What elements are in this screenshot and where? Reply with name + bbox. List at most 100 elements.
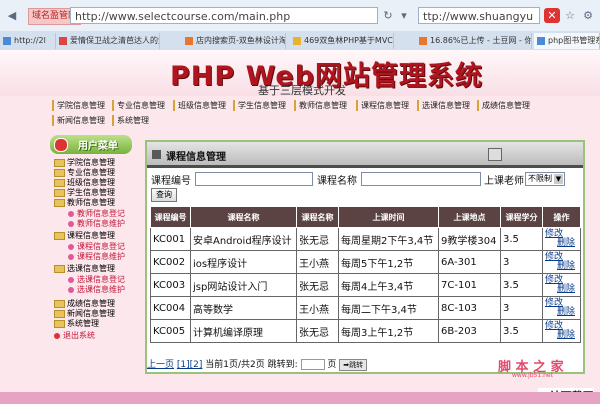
cell-code: KC004 xyxy=(150,296,191,320)
sidebar-subitem[interactable]: 选课信息维护 xyxy=(68,285,125,295)
tab-1[interactable]: http://2l xyxy=(0,33,56,49)
cell-credit: 3 xyxy=(500,296,543,320)
star-icon[interactable]: ☆ xyxy=(562,8,578,23)
folder-open-icon xyxy=(54,198,65,207)
sidebar-subitem[interactable]: 教师信息登记 xyxy=(68,209,125,219)
tab-2[interactable]: 爱情保卫战之清芭达人的爱情 xyxy=(56,33,160,49)
topnav-item[interactable]: 系统管理 xyxy=(112,115,149,126)
logout-item[interactable]: 退出系统 xyxy=(54,331,95,341)
topnav-item[interactable]: 学院信息管理 xyxy=(52,100,105,111)
cell-name: 安卓Android程序设计 xyxy=(190,227,297,251)
teacher-label: 上课老师: xyxy=(484,176,528,187)
folder-open-icon xyxy=(54,231,65,240)
topnav-item[interactable]: 班级信息管理 xyxy=(173,100,226,111)
delete-link[interactable]: 删除 xyxy=(545,262,578,271)
close-icon[interactable]: ✕ xyxy=(544,8,560,23)
tab-6-active[interactable]: php图书管理系 xyxy=(534,33,600,49)
cell-teacher: 王小燕 xyxy=(296,296,339,320)
sidebar-item[interactable]: 学生信息管理 xyxy=(54,188,115,198)
delete-link[interactable]: 删除 xyxy=(545,331,578,340)
sidebar-item[interactable]: 专业信息管理 xyxy=(54,168,115,178)
page-unit: 页 xyxy=(327,360,337,370)
dropdown-icon[interactable]: ▾ xyxy=(396,8,412,23)
panel-title-icon xyxy=(152,150,161,159)
col-header[interactable]: 课程学分 xyxy=(500,206,543,228)
folder-icon xyxy=(54,309,65,318)
menu-ball-icon xyxy=(54,138,68,152)
col-header[interactable]: 课程名称 xyxy=(296,206,339,228)
topnav-item[interactable]: 专业信息管理 xyxy=(112,100,165,111)
cell-place: 6B-203 xyxy=(438,319,501,343)
topnav-item[interactable]: 新闻信息管理 xyxy=(52,115,105,126)
watermark-url: www.jb51.net xyxy=(512,372,553,379)
prev-page-link[interactable]: 上一页 xyxy=(147,360,174,370)
topnav-item[interactable]: 选课信息管理 xyxy=(417,100,470,111)
folder-icon xyxy=(54,319,65,328)
cell-ops: 修改 删除 xyxy=(542,296,581,320)
col-header[interactable]: 操作 xyxy=(542,206,581,228)
course-code-input[interactable] xyxy=(195,172,313,186)
sidebar-item[interactable]: 选课信息管理 xyxy=(54,264,115,274)
sidebar-item[interactable]: 课程信息管理 xyxy=(54,231,115,241)
cell-place: 8C-103 xyxy=(438,296,501,320)
delete-link[interactable]: 删除 xyxy=(545,285,578,294)
sidebar-item[interactable]: 成绩信息管理 xyxy=(54,299,115,309)
sidebar-subitem[interactable]: 选课信息登记 xyxy=(68,275,125,285)
page-links[interactable]: [1][2] xyxy=(177,360,203,370)
go-button[interactable]: ➡跳转 xyxy=(339,358,368,371)
tab-4[interactable]: 469双鱼林PHP基于MVC三 xyxy=(290,33,394,49)
folder-icon xyxy=(54,188,65,197)
cell-name: 高等数学 xyxy=(190,296,297,320)
tab-3[interactable]: 店内搜索页-双鱼林设计淘宝 xyxy=(182,33,286,49)
cell-ops: 修改 删除 xyxy=(542,319,581,343)
folder-icon xyxy=(54,168,65,177)
page-icon xyxy=(185,36,193,45)
cell-code: KC001 xyxy=(150,227,191,251)
course-panel: 课程信息管理 课程编号 课程名称 上课老师: 不限制 ▼ 查询 课程编号 课程名称… xyxy=(145,140,585,374)
table-row: KC003 jsp网站设计入门 张无忌 每周4上午3,4节 7C-101 3.5… xyxy=(150,273,581,297)
reload-icon[interactable]: ↻ xyxy=(380,8,396,23)
bullet-icon xyxy=(68,253,74,260)
col-header[interactable]: 课程编号 xyxy=(150,206,191,228)
back-icon[interactable]: ◀ xyxy=(4,8,20,23)
teacher-select[interactable]: 不限制 ▼ xyxy=(525,172,565,186)
col-header[interactable]: 课程名称 xyxy=(190,206,297,228)
cell-credit: 3.5 xyxy=(500,227,543,251)
sidebar-item[interactable]: 教师信息管理 xyxy=(54,198,115,208)
bullet-icon xyxy=(68,276,74,283)
col-header[interactable]: 上课时间 xyxy=(338,206,439,228)
sidebar-item[interactable]: 新闻信息管理 xyxy=(54,309,115,319)
tab-5[interactable]: 16.86%已上传 - 土豆网 - 你 xyxy=(416,33,532,49)
topnav-item[interactable]: 学生信息管理 xyxy=(233,100,286,111)
sidebar-subitem[interactable]: 课程信息登记 xyxy=(68,242,125,252)
topnav-item[interactable]: 成绩信息管理 xyxy=(477,100,530,111)
page-icon xyxy=(3,36,11,45)
col-header[interactable]: 上课地点 xyxy=(438,206,501,228)
panel-header: 课程信息管理 xyxy=(147,142,583,168)
print-icon[interactable] xyxy=(488,148,502,161)
topnav-item[interactable]: 教师信息管理 xyxy=(294,100,347,111)
page-icon xyxy=(293,36,301,45)
delete-link[interactable]: 删除 xyxy=(545,308,578,317)
page-jump-input[interactable] xyxy=(300,359,325,370)
query-button[interactable]: 查询 xyxy=(151,188,177,202)
cell-code: KC003 xyxy=(150,273,191,297)
cell-name: jsp网站设计入门 xyxy=(190,273,297,297)
page-icon xyxy=(419,36,427,45)
course-name-label: 课程名称 xyxy=(317,176,357,187)
sidebar-item[interactable]: 系统管理 xyxy=(54,319,99,329)
browser-address-bar: ◀ 域名盈管网 http://www.selectcourse.com/main… xyxy=(0,0,600,32)
sidebar-subitem[interactable]: 教师信息维护 xyxy=(68,219,125,229)
topnav-item[interactable]: 课程信息管理 xyxy=(356,100,409,111)
course-name-input[interactable] xyxy=(361,172,481,186)
cell-place: 9教学楼304 xyxy=(438,227,501,251)
sidebar-item[interactable]: 班级信息管理 xyxy=(54,178,115,188)
panel-title: 课程信息管理 xyxy=(166,152,226,163)
delete-link[interactable]: 删除 xyxy=(545,239,578,248)
settings-icon[interactable]: ⚙ xyxy=(580,8,596,23)
url-input[interactable]: http://www.selectcourse.com/main.php xyxy=(70,7,378,24)
sidebar-subitem[interactable]: 课程信息维护 xyxy=(68,252,125,262)
second-url-input[interactable]: ttp://www.shuangyu xyxy=(418,7,540,24)
folder-icon xyxy=(54,158,65,167)
sidebar-item[interactable]: 学院信息管理 xyxy=(54,158,115,168)
